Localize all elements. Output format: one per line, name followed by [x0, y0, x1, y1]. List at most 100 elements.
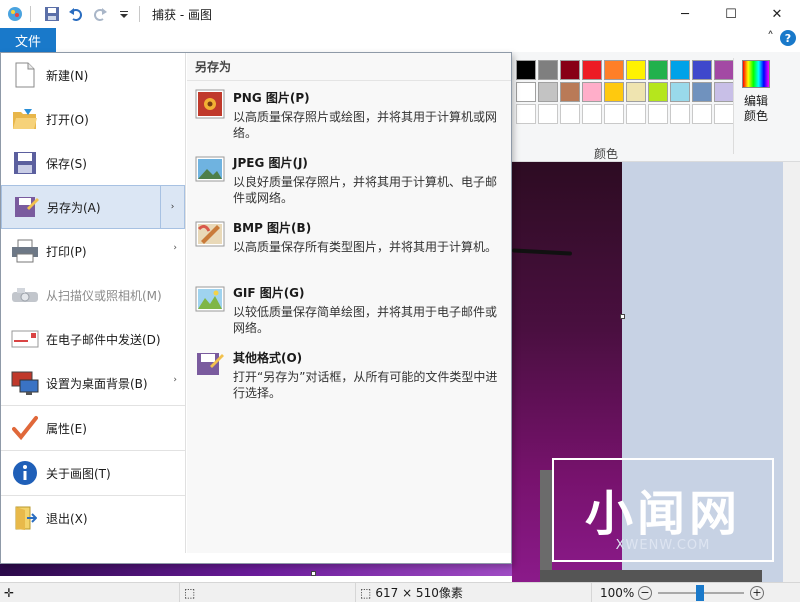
- empty-color-swatch[interactable]: [692, 104, 712, 124]
- exit-icon: [11, 504, 39, 532]
- window-title: 捕获 - 画图: [152, 7, 212, 22]
- empty-color-swatch[interactable]: [516, 104, 536, 124]
- quick-access-toolbar: [0, 0, 146, 28]
- file-menu-commands: 新建(N) 打开(O) 保存(S) 另存为(A) › 打印(P) › 从扫描仪或…: [1, 53, 185, 553]
- menu-item-save-as[interactable]: 另存为(A) ›: [1, 185, 185, 229]
- file-tab[interactable]: 文件: [0, 28, 56, 52]
- menu-item-email[interactable]: 在电子邮件中发送(D): [1, 317, 185, 361]
- empty-color-swatch[interactable]: [670, 104, 690, 124]
- menu-item-open[interactable]: 打开(O): [1, 97, 185, 141]
- submenu-item-text: PNG 图片(P) 以高质量保存照片或绘图，并将其用于计算机或网络。: [233, 89, 503, 140]
- file-menu: 新建(N) 打开(O) 保存(S) 另存为(A) › 打印(P) › 从扫描仪或…: [0, 52, 512, 564]
- submenu-arrow-icon[interactable]: ›: [160, 186, 184, 228]
- redo-icon[interactable]: [91, 5, 109, 23]
- paint-app-icon[interactable]: [6, 5, 24, 23]
- edit-colors-label-1: 编辑: [743, 94, 768, 108]
- color-swatch[interactable]: [582, 82, 602, 102]
- menu-item-desktop-background[interactable]: 设置为桌面背景(B) ›: [1, 361, 185, 405]
- empty-color-swatch[interactable]: [626, 104, 646, 124]
- menu-item-exit[interactable]: 退出(X): [1, 496, 185, 540]
- empty-color-swatch[interactable]: [714, 104, 734, 124]
- ribbon-divider: [733, 58, 734, 154]
- maximize-button[interactable]: ☐: [708, 0, 754, 28]
- save-as-submenu: 另存为 PNG 图片(P) 以高质量保存照片或绘图，并将其用于计算机或网络。 J…: [187, 53, 511, 553]
- menu-item-about[interactable]: 关于画图(T): [1, 451, 185, 495]
- ribbon-controls: ˄ ?: [767, 30, 800, 46]
- menu-item-label: 新建(N): [46, 68, 89, 83]
- image-size-cell: ⬚ 617 × 510像素: [356, 582, 592, 602]
- empty-color-swatch[interactable]: [560, 104, 580, 124]
- submenu-item-title: JPEG 图片(J): [233, 156, 308, 170]
- zoom-slider[interactable]: [658, 584, 744, 601]
- watermark-logo: 小闻网 XWENW.COM: [552, 458, 774, 562]
- jpeg-picture-icon: [195, 154, 225, 184]
- vertical-scrollbar[interactable]: [783, 162, 800, 582]
- color-swatch[interactable]: [516, 82, 536, 102]
- color-swatch[interactable]: [648, 82, 668, 102]
- empty-color-swatch[interactable]: [538, 104, 558, 124]
- edit-colors-label-2: 颜色: [743, 109, 768, 123]
- resize-handle-bottom[interactable]: [311, 571, 316, 576]
- image-size-icon: ⬚: [360, 585, 372, 600]
- menu-item-save[interactable]: 保存(S): [1, 141, 185, 185]
- menu-item-print[interactable]: 打印(P) ›: [1, 229, 185, 273]
- color-swatch[interactable]: [692, 82, 712, 102]
- checkmark-icon: [11, 414, 39, 442]
- cursor-position-icon: ✛: [4, 585, 15, 600]
- open-folder-icon: [11, 105, 39, 133]
- resize-handle-right[interactable]: [620, 314, 625, 319]
- help-icon[interactable]: ?: [780, 30, 796, 46]
- selection-size-cell: ⬚: [180, 582, 356, 602]
- empty-color-swatch[interactable]: [648, 104, 668, 124]
- color-swatch[interactable]: [714, 82, 734, 102]
- zoom-slider-thumb[interactable]: [696, 584, 704, 601]
- submenu-item-other-formats[interactable]: 其他格式(O) 打开“另存为”对话框，从所有可能的文件类型中进行选择。: [187, 341, 511, 406]
- submenu-item-gif[interactable]: GIF 图片(G) 以较低质量保存简单绘图，并将其用于电子邮件或网络。: [187, 276, 511, 341]
- submenu-item-description: 以高质量保存照片或绘图，并将其用于计算机或网络。: [233, 110, 498, 140]
- toolbar-separator: [30, 6, 31, 22]
- color-swatch[interactable]: [538, 82, 558, 102]
- zoom-in-button[interactable]: +: [750, 585, 764, 600]
- close-button[interactable]: ✕: [754, 0, 800, 28]
- customize-toolbar-icon[interactable]: [115, 5, 133, 23]
- email-icon: [11, 325, 39, 353]
- color-swatch[interactable]: [670, 82, 690, 102]
- color-swatch[interactable]: [604, 82, 624, 102]
- color-swatch[interactable]: [516, 60, 536, 80]
- submenu-item-description: 以高质量保存所有类型图片，并将其用于计算机。: [233, 240, 498, 254]
- submenu-item-title: 其他格式(O): [233, 351, 303, 365]
- color-swatch[interactable]: [604, 60, 624, 80]
- color-swatch[interactable]: [648, 60, 668, 80]
- watermark-side-strip: [540, 470, 552, 570]
- minimize-button[interactable]: ─: [662, 0, 708, 28]
- save-icon[interactable]: [43, 5, 61, 23]
- edit-colors-button[interactable]: 编辑 颜色: [738, 60, 774, 124]
- menu-item-new[interactable]: 新建(N): [1, 53, 185, 97]
- color-swatch[interactable]: [582, 60, 602, 80]
- gif-picture-icon: [195, 284, 225, 314]
- color-swatch[interactable]: [538, 60, 558, 80]
- submenu-item-bmp[interactable]: BMP 图片(B) 以高质量保存所有类型图片，并将其用于计算机。: [187, 211, 511, 276]
- submenu-item-jpeg[interactable]: JPEG 图片(J) 以良好质量保存照片，并将其用于计算机、电子邮件或网络。: [187, 146, 511, 211]
- menu-item-properties[interactable]: 属性(E): [1, 406, 185, 450]
- menu-item-label: 设置为桌面背景(B): [46, 376, 148, 391]
- color-swatch[interactable]: [692, 60, 712, 80]
- empty-color-swatch[interactable]: [604, 104, 624, 124]
- color-swatch[interactable]: [560, 60, 580, 80]
- menu-item-label: 属性(E): [46, 421, 87, 436]
- color-spectrum-icon: [742, 60, 770, 88]
- color-swatch[interactable]: [626, 82, 646, 102]
- color-palette: [516, 60, 734, 124]
- color-swatch[interactable]: [714, 60, 734, 80]
- menu-column-divider: [185, 53, 186, 553]
- submenu-item-title: PNG 图片(P): [233, 91, 310, 105]
- undo-icon[interactable]: [67, 5, 85, 23]
- zoom-out-button[interactable]: −: [638, 585, 652, 600]
- menu-item-scanner[interactable]: 从扫描仪或照相机(M): [1, 273, 185, 317]
- color-swatch[interactable]: [670, 60, 690, 80]
- empty-color-swatch[interactable]: [582, 104, 602, 124]
- color-swatch[interactable]: [560, 82, 580, 102]
- submenu-item-png[interactable]: PNG 图片(P) 以高质量保存照片或绘图，并将其用于计算机或网络。: [187, 81, 511, 146]
- collapse-ribbon-icon[interactable]: ˄: [767, 30, 774, 46]
- color-swatch[interactable]: [626, 60, 646, 80]
